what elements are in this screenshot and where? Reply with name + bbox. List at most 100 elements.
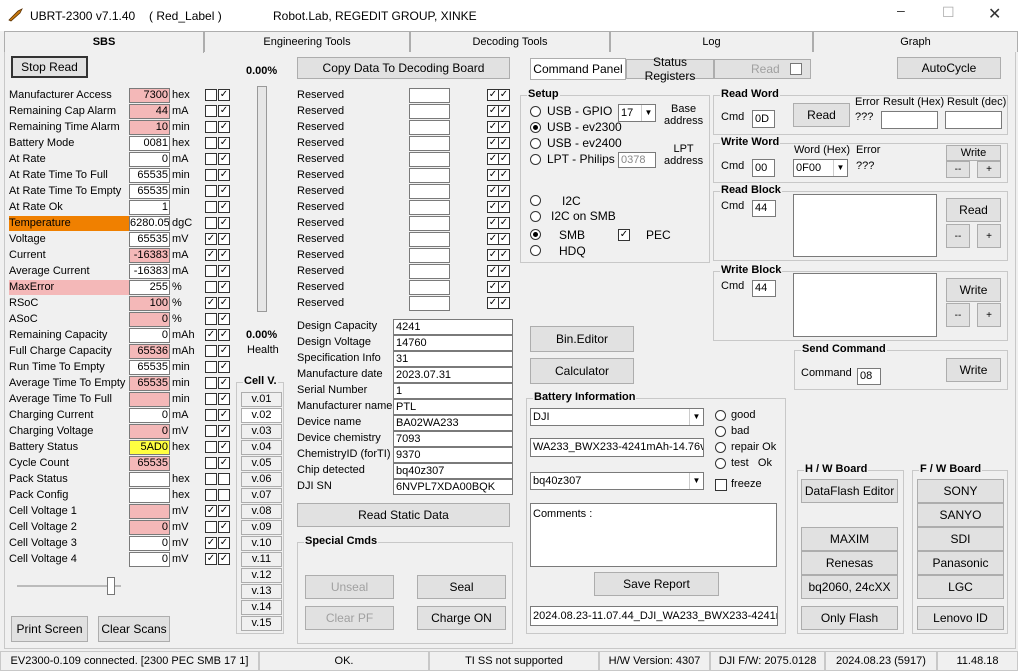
cell-voltage-button[interactable]: v.15 xyxy=(241,616,282,631)
slider-handle[interactable] xyxy=(107,577,115,595)
tab-sbs[interactable]: SBS xyxy=(4,31,204,53)
usb-ev2400-radio[interactable] xyxy=(530,138,541,149)
fw-board-button[interactable]: LGC xyxy=(917,575,1004,599)
sbs-row-checkbox[interactable]: ✓ xyxy=(218,537,230,549)
sbs-row-checkbox[interactable]: ✓ xyxy=(218,249,230,261)
base-address-select[interactable]: 17 ▼ xyxy=(618,104,656,122)
sbs-row-checkbox[interactable] xyxy=(205,409,217,421)
cell-voltage-button[interactable]: v.08 xyxy=(241,504,282,519)
sbs-row-checkbox[interactable]: ✓ xyxy=(218,217,230,229)
sbs-row-checkbox[interactable] xyxy=(205,457,217,469)
i2c-radio[interactable] xyxy=(530,195,541,206)
cell-voltage-button[interactable]: v.14 xyxy=(241,600,282,615)
sbs-row-checkbox[interactable] xyxy=(205,185,217,197)
reserved-checkbox[interactable]: ✓ xyxy=(498,89,510,101)
write-block-textarea[interactable] xyxy=(793,273,937,337)
cell-voltage-button[interactable]: v.07 xyxy=(241,488,282,503)
sbs-row-checkbox[interactable]: ✓ xyxy=(205,537,217,549)
cell-voltage-button[interactable]: v.12 xyxy=(241,568,282,583)
sbs-row-checkbox[interactable]: ✓ xyxy=(218,329,230,341)
sbs-row-checkbox[interactable] xyxy=(205,313,217,325)
calculator-button[interactable]: Calculator xyxy=(530,358,634,384)
sbs-row-checkbox[interactable] xyxy=(218,489,230,501)
sbs-row-checkbox[interactable]: ✓ xyxy=(218,505,230,517)
minimize-icon[interactable]: – xyxy=(897,2,905,18)
renesas-button[interactable]: Renesas xyxy=(801,551,898,575)
pec-checkbox[interactable]: ✓ xyxy=(618,229,630,241)
sbs-row-checkbox[interactable]: ✓ xyxy=(218,457,230,469)
read-block-cmd-field[interactable]: 44 xyxy=(752,200,776,217)
battery-model-field[interactable]: WA233_BWX233-4241mAh-14.76v xyxy=(530,438,704,457)
reserved-checkbox[interactable]: ✓ xyxy=(498,153,510,165)
sbs-row-checkbox[interactable]: ✓ xyxy=(218,137,230,149)
cell-voltage-button[interactable]: v.02 xyxy=(241,408,282,423)
sbs-row-checkbox[interactable]: ✓ xyxy=(218,185,230,197)
sbs-row-checkbox[interactable]: ✓ xyxy=(218,281,230,293)
clear-pf-button[interactable]: Clear PF xyxy=(305,606,394,630)
tab-engineering-tools[interactable]: Engineering Tools xyxy=(204,31,410,52)
lpt-address-field[interactable]: 0378 xyxy=(618,152,656,168)
fw-board-button[interactable]: SONY xyxy=(917,479,1004,503)
read-toggle-checkbox[interactable] xyxy=(790,63,802,75)
command-field[interactable]: 08 xyxy=(857,368,881,385)
sbs-row-checkbox[interactable] xyxy=(205,201,217,213)
sbs-row-checkbox[interactable] xyxy=(205,345,217,357)
write-block-button[interactable]: Write xyxy=(946,278,1001,302)
maximize-icon[interactable]: ☐ xyxy=(942,4,955,21)
tab-status-registers[interactable]: Status Registers xyxy=(626,55,714,83)
comments-textarea[interactable]: Comments : xyxy=(530,503,777,567)
smb-radio[interactable] xyxy=(530,229,541,240)
cell-voltage-button[interactable]: v.05 xyxy=(241,456,282,471)
sbs-row-checkbox[interactable]: ✓ xyxy=(218,441,230,453)
sbs-row-checkbox[interactable] xyxy=(205,473,217,485)
save-report-button[interactable]: Save Report xyxy=(594,572,719,596)
read-word-button[interactable]: Read xyxy=(793,103,850,127)
sbs-row-checkbox[interactable]: ✓ xyxy=(218,377,230,389)
sbs-row-checkbox[interactable]: ✓ xyxy=(218,297,230,309)
sbs-row-checkbox[interactable] xyxy=(205,153,217,165)
reserved-checkbox[interactable]: ✓ xyxy=(498,185,510,197)
sbs-row-checkbox[interactable]: ✓ xyxy=(218,361,230,373)
tab-log[interactable]: Log xyxy=(610,31,813,52)
reserved-checkbox[interactable]: ✓ xyxy=(498,297,510,309)
hdq-radio[interactable] xyxy=(530,245,541,256)
reserved-checkbox[interactable]: ✓ xyxy=(498,233,510,245)
i2c-smb-radio[interactable] xyxy=(530,211,541,222)
reserved-checkbox[interactable]: ✓ xyxy=(498,281,510,293)
sbs-row-checkbox[interactable]: ✓ xyxy=(205,329,217,341)
stop-read-button[interactable]: Stop Read xyxy=(11,56,88,78)
sbs-row-checkbox[interactable] xyxy=(205,425,217,437)
write-block-plus-button[interactable]: + xyxy=(977,303,1001,327)
tab-graph[interactable]: Graph xyxy=(813,31,1018,52)
good-radio[interactable] xyxy=(715,410,726,421)
sbs-row-checkbox[interactable] xyxy=(205,393,217,405)
sbs-row-checkbox[interactable] xyxy=(205,281,217,293)
write-word-button[interactable]: Write xyxy=(946,145,1001,161)
fw-board-button[interactable]: SDI xyxy=(917,527,1004,551)
sbs-row-checkbox[interactable]: ✓ xyxy=(218,89,230,101)
read-block-plus-button[interactable]: + xyxy=(977,224,1001,248)
battery-brand-select[interactable]: DJI ▼ xyxy=(530,408,704,426)
result-dec-field[interactable] xyxy=(945,111,1002,129)
sbs-row-checkbox[interactable] xyxy=(205,121,217,133)
send-command-write-button[interactable]: Write xyxy=(946,358,1001,382)
clear-scans-button[interactable]: Clear Scans xyxy=(98,616,170,642)
sbs-row-checkbox[interactable]: ✓ xyxy=(218,425,230,437)
charge-on-button[interactable]: Charge ON xyxy=(417,606,506,630)
sbs-row-checkbox[interactable]: ✓ xyxy=(218,233,230,245)
sbs-row-checkbox[interactable] xyxy=(205,489,217,501)
copy-to-decoding-button[interactable]: Copy Data To Decoding Board xyxy=(297,57,510,79)
sbs-row-checkbox[interactable]: ✓ xyxy=(205,297,217,309)
cell-voltage-button[interactable]: v.13 xyxy=(241,584,282,599)
reserved-checkbox[interactable]: ✓ xyxy=(498,201,510,213)
write-block-cmd-field[interactable]: 44 xyxy=(752,280,776,297)
sbs-row-checkbox[interactable]: ✓ xyxy=(218,265,230,277)
reserved-checkbox[interactable]: ✓ xyxy=(498,137,510,149)
tab-command-panel[interactable]: Command Panel xyxy=(530,58,626,80)
write-word-minus-button[interactable]: -- xyxy=(946,161,970,178)
sbs-row-checkbox[interactable]: ✓ xyxy=(205,233,217,245)
usb-ev2300-radio[interactable] xyxy=(530,122,541,133)
read-block-textarea[interactable] xyxy=(793,194,937,257)
only-flash-button[interactable]: Only Flash xyxy=(801,606,898,630)
cell-voltage-button[interactable]: v.01 xyxy=(241,392,282,407)
